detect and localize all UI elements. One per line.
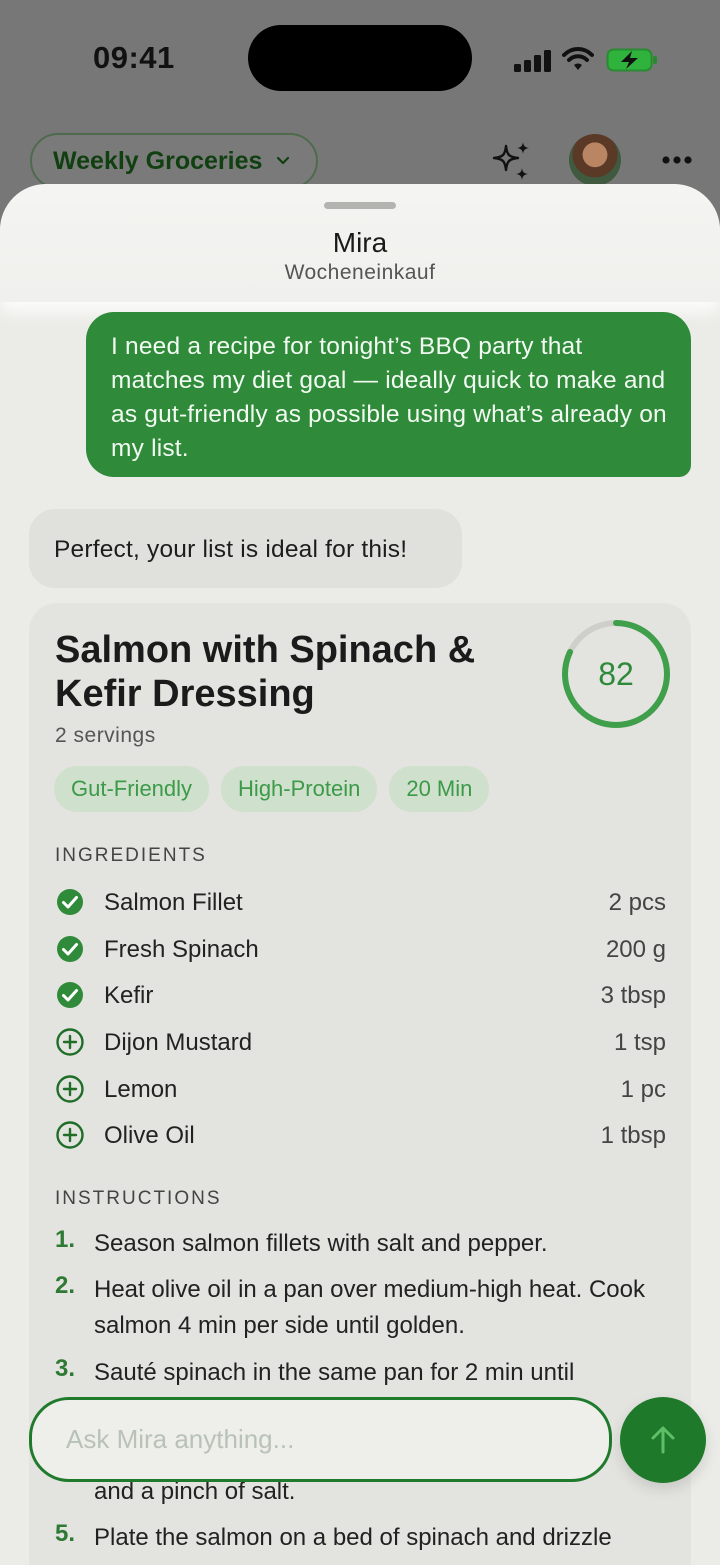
recipe-title: Salmon with Spinach & Kefir Dressing [55,629,476,715]
ingredient-row[interactable]: Lemon 1 pc [55,1074,666,1108]
ingredient-row[interactable]: Fresh Spinach 200 g [55,934,666,968]
tag-duration[interactable]: 20 Min [389,766,490,812]
chat-sheet: Mira Wocheneinkauf I need a recipe for t… [0,184,720,1565]
instructions-label: INSTRUCTIONS [55,1188,222,1209]
user-message: I need a recipe for tonight’s BBQ party … [86,312,691,477]
tag-gut-friendly[interactable]: Gut-Friendly [54,766,210,812]
ingredient-qty: 1 pc [620,1076,666,1103]
step-number: 5. [55,1520,76,1547]
ingredient-qty: 3 tbsp [600,982,666,1009]
ingredient-row[interactable]: Olive Oil 1 tbsp [55,1120,666,1154]
ingredients-label: INGREDIENTS [55,845,207,866]
step-text: Sauté spinach in the same pan for 2 min … [94,1359,575,1386]
sparkles-icon[interactable] [490,140,534,184]
dynamic-island [248,25,472,91]
arrow-up-icon [651,1426,675,1454]
more-icon[interactable] [658,148,698,172]
ingredient-row[interactable]: Kefir 3 tbsp [55,980,666,1014]
add-icon[interactable] [55,1074,85,1104]
sheet-subtitle: Wocheneinkauf [284,261,436,284]
ingredient-name: Olive Oil [104,1122,195,1149]
recipe-servings: 2 servings [55,724,156,747]
status-time: 09:41 [93,40,175,75]
ingredient-row[interactable]: Salmon Fillet 2 pcs [55,887,666,921]
step-number: 2. [55,1272,76,1299]
chat-input[interactable] [29,1397,612,1482]
step-text: Heat olive oil in a pan over medium-high… [94,1276,645,1339]
list-name: Weekly Groceries [53,146,263,175]
ingredient-name: Kefir [104,982,154,1009]
step-text: Plate the salmon on a bed of spinach and… [94,1524,612,1551]
list-selector[interactable]: Weekly Groceries [30,133,318,189]
ingredient-name: Lemon [104,1076,178,1103]
ingredient-qty: 200 g [605,936,666,963]
send-button[interactable] [620,1397,706,1483]
sheet-header: Mira Wocheneinkauf [0,184,720,302]
status-bar: 09:41 [0,0,720,120]
wifi-icon [562,47,594,70]
add-icon[interactable] [55,1027,85,1057]
add-icon[interactable] [55,1120,85,1150]
battery-charging-icon [606,48,657,72]
ingredient-row[interactable]: Dijon Mustard 1 tsp [55,1027,666,1061]
sheet-title: Mira [332,227,388,258]
ingredient-name: Salmon Fillet [104,889,243,916]
step-text: Season salmon fillets with salt and pepp… [94,1230,548,1257]
avatar[interactable] [569,134,621,186]
ingredient-name: Dijon Mustard [104,1029,253,1056]
ingredient-qty: 1 tbsp [600,1122,666,1149]
ingredient-qty: 2 pcs [608,889,666,916]
cellular-signal-icon [514,50,551,72]
check-icon[interactable] [55,980,85,1010]
step-number: 3. [55,1355,76,1382]
recipe-tags: Gut-Friendly High-Protein 20 Min [54,766,490,812]
chevron-down-icon [277,156,290,165]
check-icon[interactable] [55,887,85,917]
ingredient-name: Fresh Spinach [104,936,259,963]
sheet-grabber[interactable] [324,202,396,209]
check-icon[interactable] [55,934,85,964]
step-number: 1. [55,1226,76,1253]
ingredient-qty: 1 tsp [613,1029,666,1056]
recipe-score: 82 [598,655,634,692]
assistant-message: Perfect, your list is ideal for this! [29,509,462,588]
tag-high-protein[interactable]: High-Protein [221,766,378,812]
